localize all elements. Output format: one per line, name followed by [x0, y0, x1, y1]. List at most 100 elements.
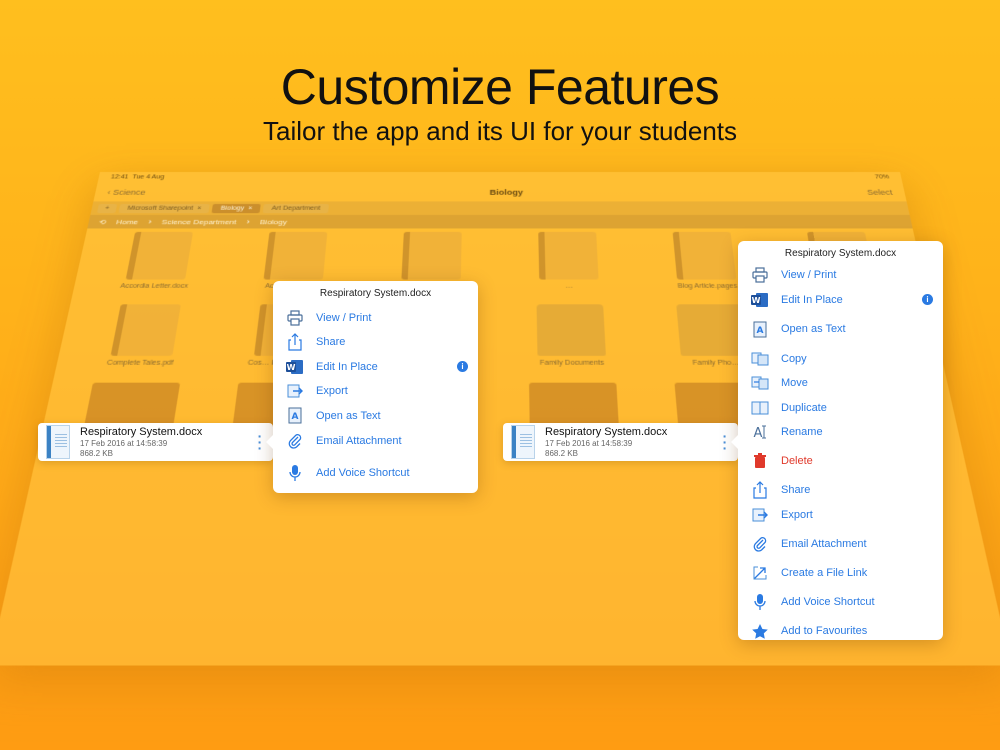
menu-item-share[interactable]: Share [751, 478, 943, 502]
menu-item-email-attachment[interactable]: Email Attachment [751, 527, 943, 561]
navigation-bar: ‹ Science Biology Select [93, 183, 906, 201]
menu-item-label: Delete [781, 455, 813, 467]
word-document-icon [46, 425, 70, 459]
printer-icon [286, 309, 304, 327]
microphone-icon [751, 593, 769, 611]
menu-item-duplicate[interactable]: Duplicate [751, 395, 943, 420]
menu-item-edit-in-place[interactable]: W Edit In Place i [751, 287, 943, 312]
svg-text:A: A [757, 326, 764, 336]
info-icon[interactable]: i [922, 294, 933, 305]
menu-item-label: Open as Text [781, 323, 846, 335]
info-icon[interactable]: i [457, 361, 468, 372]
menu-item-edit-in-place[interactable]: W Edit In Place i [286, 354, 478, 379]
menu-item-label: Export [316, 385, 348, 397]
rename-icon: A [751, 423, 769, 441]
breadcrumb-biology[interactable]: Biology [260, 218, 288, 226]
menu-item-export[interactable]: Export [751, 502, 943, 527]
breadcrumb-science[interactable]: Science Department [161, 218, 237, 226]
svg-text:A: A [754, 426, 763, 440]
chevron-right-icon: › [246, 217, 251, 226]
menu-item-label: Edit In Place [781, 293, 843, 306]
history-icon[interactable]: ⟲ [98, 218, 107, 226]
link-icon [751, 564, 769, 582]
menu-item-label: Add to Favourites [781, 625, 868, 637]
menu-item-view-print[interactable]: View / Print [751, 263, 943, 287]
menu-item-label: Email Attachment [781, 538, 867, 550]
menu-item-add-voice-shortcut[interactable]: Add Voice Shortcut [286, 453, 478, 493]
file-row-left[interactable]: Respiratory System.docx 17 Feb 2016 at 1… [38, 423, 273, 461]
file-meta: Respiratory System.docx 17 Feb 2016 at 1… [80, 426, 255, 459]
svg-text:W: W [752, 296, 761, 305]
paperclip-icon [751, 535, 769, 553]
tab-label: Biology [220, 205, 245, 212]
status-date: Tue 4 Aug [131, 174, 165, 181]
document-thumbnail [125, 231, 194, 280]
file-meta: Respiratory System.docx 17 Feb 2016 at 1… [545, 426, 720, 459]
menu-item-view-print[interactable]: View / Print [286, 305, 478, 330]
menu-item-copy[interactable]: Copy [751, 346, 943, 371]
tab-sharepoint[interactable]: Microsoft Sharepoint × [118, 203, 211, 213]
menu-item-rename[interactable]: A Rename [751, 420, 943, 444]
grid-item[interactable]: Family Documents [500, 304, 644, 367]
menu-item-label: Add Voice Shortcut [316, 467, 410, 479]
tab-add[interactable]: + [96, 203, 118, 213]
menu-item-export[interactable]: Export [286, 379, 478, 403]
more-options-icon[interactable]: · · · [720, 429, 730, 455]
menu-item-open-as-text[interactable]: A Open as Text [286, 403, 478, 428]
status-battery: 70% [874, 174, 890, 181]
star-icon [751, 622, 769, 640]
menu-item-label: Share [781, 484, 811, 496]
tab-biology[interactable]: Biology × [211, 203, 262, 213]
grid-item[interactable]: Accordia Letter.docx [84, 231, 231, 290]
menu-item-move[interactable]: Move [751, 371, 943, 395]
context-menu-small: Respiratory System.docx View / Print Shar… [266, 281, 478, 493]
file-date: 17 Feb 2016 at 14:58:39 [545, 438, 633, 448]
tab-art-department[interactable]: Art Department [263, 203, 329, 213]
context-menu-large: Respiratory System.docx View / Print W Edi… [731, 241, 943, 643]
tab-label: Art Department [271, 205, 321, 212]
menu-item-label: View / Print [781, 269, 837, 281]
status-time: 12:41 [110, 174, 130, 181]
select-button[interactable]: Select [866, 188, 893, 196]
breadcrumb-home[interactable]: Home [115, 218, 138, 226]
menu-item-label: Duplicate [781, 401, 827, 414]
more-options-icon[interactable]: · · · [255, 429, 265, 455]
document-thumbnail [401, 231, 462, 280]
menu-item-label: Share [316, 336, 346, 348]
menu-item-delete[interactable]: Delete [751, 444, 943, 478]
menu-item-label: View / Print [316, 311, 372, 324]
tab-label: Microsoft Sharepoint [126, 205, 194, 212]
menu-title: Respiratory System.docx [784, 248, 897, 259]
menu-item-create-a-file-link[interactable]: Create a File Link [751, 561, 943, 585]
menu-item-label: Add Voice Shortcut [781, 596, 875, 608]
file-row-right[interactable]: Respiratory System.docx 17 Feb 2016 at 1… [503, 423, 738, 461]
microphone-icon [286, 464, 304, 482]
menu-item-label: Edit In Place [316, 360, 378, 373]
share-icon [751, 481, 769, 499]
text-doc-icon: A [751, 320, 769, 338]
menu-item-add-voice-shortcut[interactable]: Add Voice Shortcut [751, 585, 943, 619]
menu-item-open-as-text[interactable]: A Open as Text [751, 312, 943, 346]
trash-icon [751, 452, 769, 470]
document-thumbnail [538, 231, 599, 280]
menu-item-add-to-favourites[interactable]: Add to Favourites [751, 619, 943, 643]
grid-item-label: Blog Article.pages [677, 283, 738, 290]
menu-item-label: Create a File Link [781, 567, 868, 579]
menu-item-label: Rename [781, 426, 823, 438]
menu-title: Respiratory System.docx [319, 288, 432, 299]
menu-item-label: Email Attachment [316, 434, 402, 447]
back-button[interactable]: ‹ Science [107, 188, 147, 196]
menu-item-share[interactable]: Share [286, 330, 478, 354]
grid-item[interactable]: … [500, 231, 639, 290]
file-size: 868.2 KB [545, 448, 578, 458]
menu-items: View / Print Share W Edit In Place i Export A O… [273, 305, 478, 493]
word-icon: W [286, 358, 304, 376]
tab-bar: + Microsoft Sharepoint × Biology × Art D… [90, 201, 910, 215]
grid-item-label: Complete Tales.pdf [106, 359, 174, 367]
file-name: Respiratory System.docx [545, 425, 668, 438]
menu-item-email-attachment[interactable]: Email Attachment [286, 428, 478, 453]
file-date: 17 Feb 2016 at 14:58:39 [80, 438, 168, 448]
menu-item-label: Copy [781, 352, 807, 365]
breadcrumb: ⟲ Home › Science Department › Biology [87, 214, 913, 229]
grid-item[interactable]: Complete Tales.pdf [67, 304, 220, 367]
